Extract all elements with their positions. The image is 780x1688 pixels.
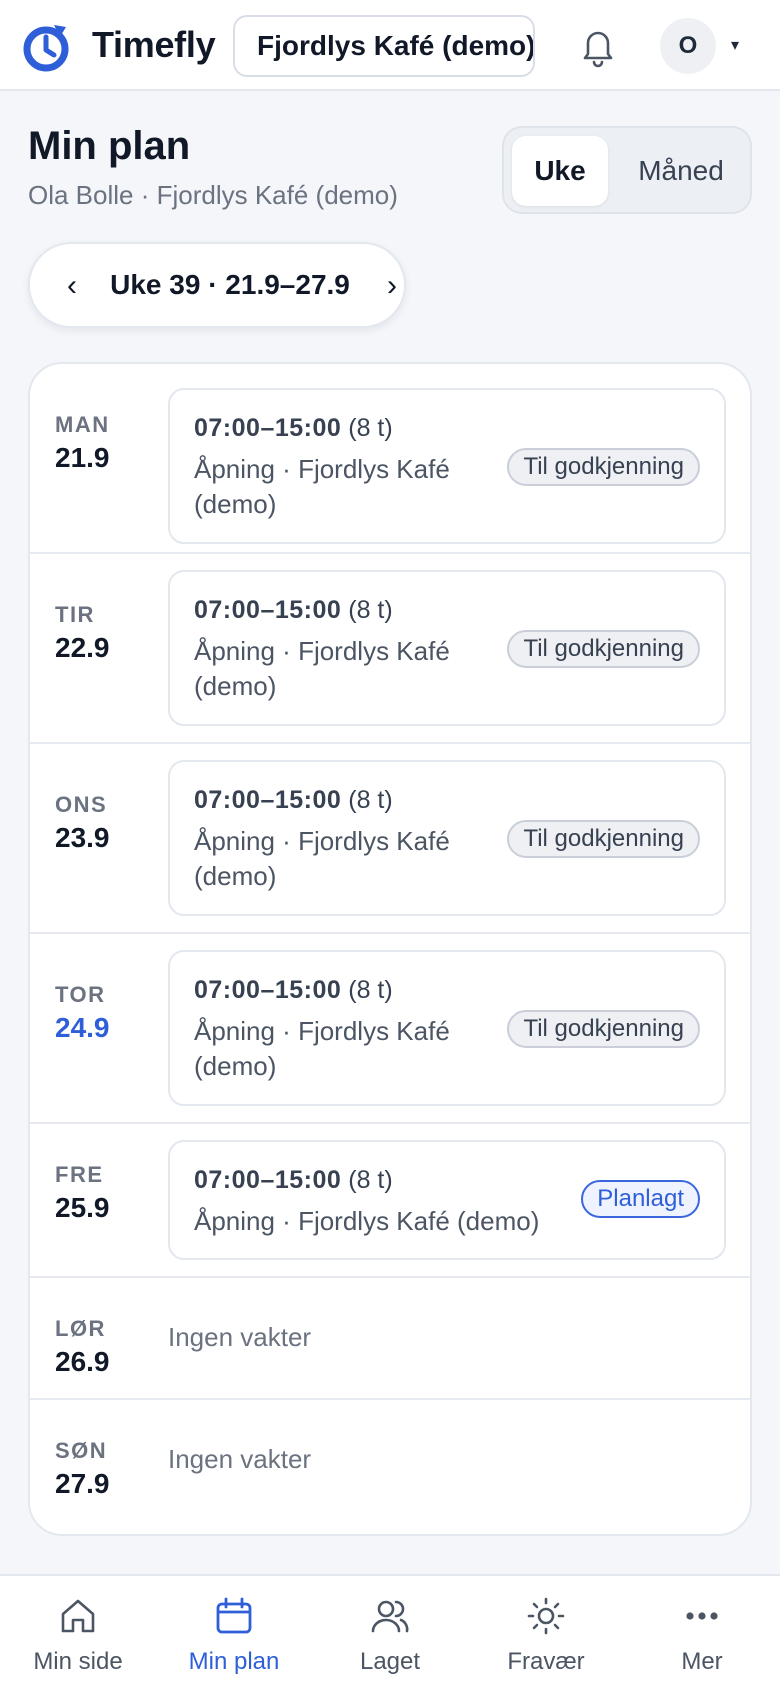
next-week-chevron-icon[interactable]: › xyxy=(372,264,412,308)
shift-time: 07:00–15:00 (8 t) xyxy=(194,786,393,814)
more-icon xyxy=(686,1612,718,1620)
day-date: 27.9 xyxy=(55,1468,110,1499)
shift-location: Åpning · Fjordlys Kafé (demo) xyxy=(194,454,450,519)
shift-location: Åpning · Fjordlys Kafé (demo) xyxy=(194,1206,540,1236)
shift-card[interactable]: 07:00–15:00 (8 t) Åpning · Fjordlys Kafé… xyxy=(168,388,726,544)
nav-label: Fravær xyxy=(507,1648,585,1675)
workspace-switcher-button[interactable]: Fjordlys Kafé (demo) xyxy=(233,15,535,77)
day-name: FRE xyxy=(55,1162,104,1187)
status-badge: Til godkjenning xyxy=(507,820,700,858)
timefly-logo-icon xyxy=(23,25,69,72)
shift-time: 07:00–15:00 (8 t) xyxy=(194,1166,393,1194)
day-date: 22.9 xyxy=(55,632,110,663)
day-date: 26.9 xyxy=(55,1346,110,1377)
shift-card[interactable]: 07:00–15:00 (8 t) Åpning · Fjordlys Kafé… xyxy=(168,760,726,916)
shift-time: 07:00–15:00 (8 t) xyxy=(194,976,393,1004)
nav-label: Min side xyxy=(33,1648,123,1675)
shift-card[interactable]: 07:00–15:00 (8 t) Åpning · Fjordlys Kafé… xyxy=(168,1140,726,1260)
shift-location: Åpning · Fjordlys Kafé (demo) xyxy=(194,826,450,891)
shift-card[interactable]: 07:00–15:00 (8 t) Åpning · Fjordlys Kafé… xyxy=(168,570,726,726)
day-date: 25.9 xyxy=(55,1192,110,1223)
day-row-tue: TIR 22.9 07:00–15:00 (8 t) Åpning · Fjor… xyxy=(30,554,750,744)
day-name: ONS xyxy=(55,792,108,817)
day-row-fri: FRE 25.9 07:00–15:00 (8 t) Åpning · Fjor… xyxy=(30,1124,750,1278)
day-name: TOR xyxy=(55,982,106,1007)
day-date: 21.9 xyxy=(55,442,110,473)
app-root: Timefly Fjordlys Kafé (demo) O ▾ Min pla… xyxy=(0,0,780,1688)
top-bar: Timefly Fjordlys Kafé (demo) O ▾ xyxy=(0,0,780,91)
page-title: Min plan xyxy=(28,124,191,168)
user-avatar-button[interactable]: O xyxy=(660,18,716,74)
nav-item-min-side[interactable]: Min side xyxy=(0,1576,156,1688)
week-schedule: MAN 21.9 07:00–15:00 (8 t) Åpning · Fjor… xyxy=(28,362,752,1536)
team-icon xyxy=(371,1600,409,1633)
sun-icon xyxy=(527,1597,565,1635)
status-badge: Til godkjenning xyxy=(507,1010,700,1048)
status-badge: Til godkjenning xyxy=(507,448,700,486)
page-subtitle: Ola Bolle · Fjordlys Kafé (demo) xyxy=(28,180,398,210)
shift-location: Åpning · Fjordlys Kafé (demo) xyxy=(194,636,450,701)
nav-item-laget[interactable]: Laget xyxy=(312,1576,468,1688)
previous-week-chevron-icon[interactable]: ‹ xyxy=(52,264,92,308)
week-label: Uke 39 · 21.9–27.9 xyxy=(110,269,350,300)
bottom-navigation: Min side Min plan Laget Fravær Mer xyxy=(0,1574,780,1688)
shift-card[interactable]: 07:00–15:00 (8 t) Åpning · Fjordlys Kafé… xyxy=(168,950,726,1106)
nav-item-fravaer[interactable]: Fravær xyxy=(468,1576,624,1688)
toggle-month-button[interactable]: Måned xyxy=(616,136,746,206)
chevron-down-icon[interactable]: ▾ xyxy=(731,35,739,55)
day-row-sun: SØN 27.9 Ingen vakter xyxy=(30,1400,750,1534)
status-badge: Til godkjenning xyxy=(507,630,700,668)
nav-label: Mer xyxy=(681,1648,723,1675)
day-row-mon: MAN 21.9 07:00–15:00 (8 t) Åpning · Fjor… xyxy=(30,364,750,554)
calendar-icon xyxy=(216,1597,252,1634)
day-date: 23.9 xyxy=(55,822,110,853)
no-shift-text: Ingen vakter xyxy=(168,1444,312,1474)
toggle-week-button[interactable]: Uke xyxy=(512,136,608,206)
day-name: TIR xyxy=(55,602,95,627)
shift-time: 07:00–15:00 (8 t) xyxy=(194,414,393,442)
week-navigator: ‹ Uke 39 · 21.9–27.9 › xyxy=(28,242,406,328)
shift-location: Åpning · Fjordlys Kafé (demo) xyxy=(194,1016,450,1081)
notifications-bell-icon[interactable] xyxy=(578,24,618,68)
nav-item-min-plan[interactable]: Min plan xyxy=(156,1576,312,1688)
app-name: Timefly xyxy=(92,24,216,65)
day-name: SØN xyxy=(55,1438,108,1463)
view-toggle: Uke Måned xyxy=(502,126,752,214)
day-row-sat: LØR 26.9 Ingen vakter xyxy=(30,1278,750,1400)
shift-time: 07:00–15:00 (8 t) xyxy=(194,596,393,624)
day-date-today: 24.9 xyxy=(55,1012,110,1043)
home-icon xyxy=(61,1599,95,1633)
day-row-wed: ONS 23.9 07:00–15:00 (8 t) Åpning · Fjor… xyxy=(30,744,750,934)
nav-label: Laget xyxy=(359,1648,421,1675)
day-name: MAN xyxy=(55,412,110,437)
nav-item-mer[interactable]: Mer xyxy=(624,1576,780,1688)
no-shift-text: Ingen vakter xyxy=(168,1322,312,1352)
nav-label: Min plan xyxy=(188,1648,280,1675)
day-name: LØR xyxy=(55,1316,106,1341)
day-row-thu: TOR 24.9 07:00–15:00 (8 t) Åpning · Fjor… xyxy=(30,934,750,1124)
status-badge: Planlagt xyxy=(581,1180,700,1218)
